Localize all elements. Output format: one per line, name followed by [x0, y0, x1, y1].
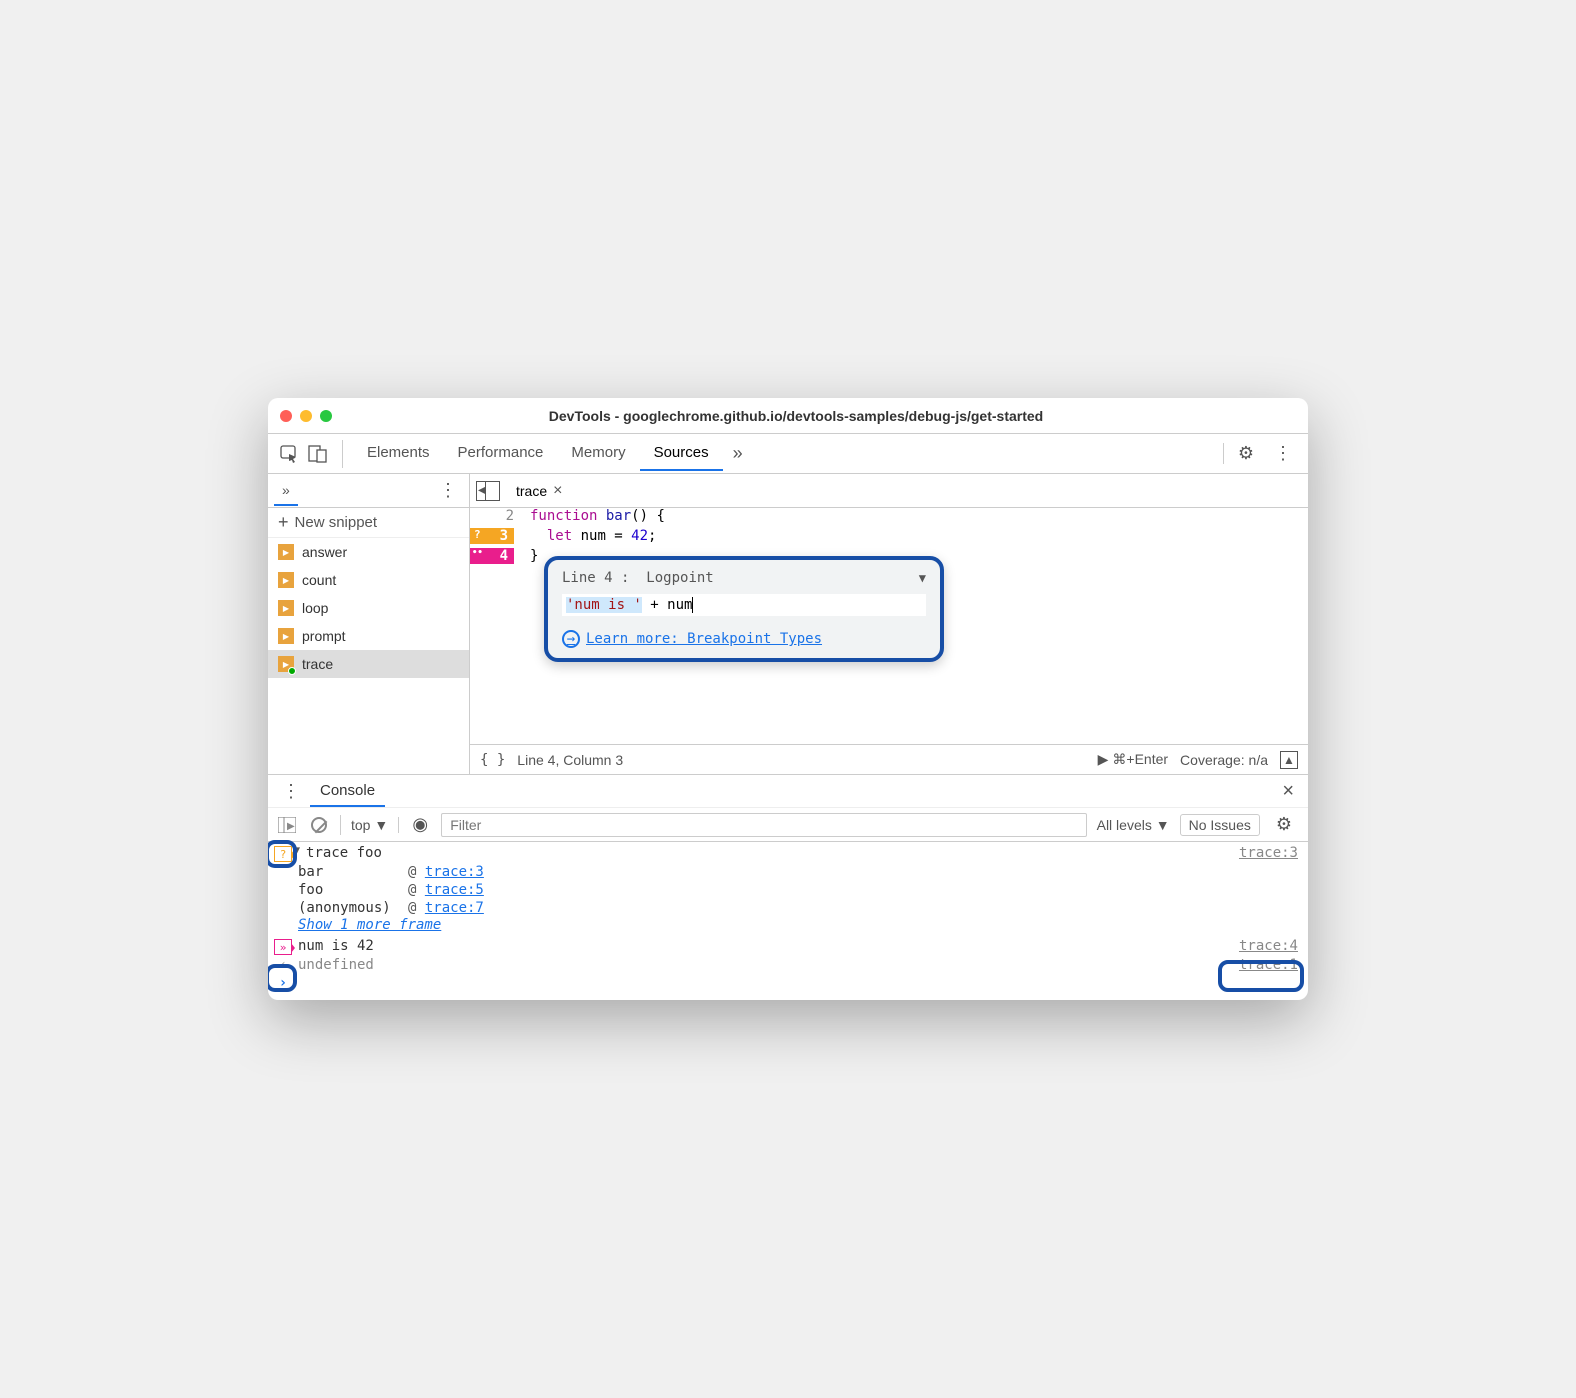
- sidebar-header: » ⋮: [268, 474, 469, 508]
- logpoint-input[interactable]: 'num is ' + num​: [562, 594, 926, 616]
- navigator-more-icon[interactable]: »: [274, 476, 298, 506]
- close-window[interactable]: [280, 410, 292, 422]
- tab-performance[interactable]: Performance: [444, 436, 558, 471]
- stack-trace: bar@ trace:3 foo@ trace:5 (anonymous)@ t…: [268, 863, 1308, 917]
- logpoint-icon[interactable]: 4: [470, 548, 514, 564]
- console-message: num is 42: [294, 938, 1229, 954]
- console-body: ? ▼ trace foo trace:3 bar@ trace:3 foo@ …: [268, 842, 1308, 1000]
- editor-pane: ◀ trace × 2 3 4 5 function bar() { let n…: [470, 474, 1308, 774]
- console-row: » num is 42 trace:4: [268, 937, 1308, 956]
- learn-more-link[interactable]: → Learn more: Breakpoint Types: [562, 630, 926, 648]
- code-line: }: [520, 548, 538, 568]
- navigator-sidebar: » ⋮ + New snippet answer count loop prom…: [268, 474, 470, 774]
- toggle-navigator-icon[interactable]: ◀: [474, 477, 502, 505]
- window-title: DevTools - googlechrome.github.io/devtoo…: [296, 408, 1296, 424]
- console-toolbar: ▶ top ▼ ◉ All levels ▼ No Issues ⚙: [268, 808, 1308, 842]
- return-chevron-icon: ‹: [272, 957, 294, 973]
- snippet-item-prompt[interactable]: prompt: [268, 622, 469, 650]
- menu-icon[interactable]: ⋮: [1266, 443, 1300, 464]
- live-expression-icon[interactable]: ◉: [409, 814, 431, 836]
- tab-elements[interactable]: Elements: [353, 436, 444, 471]
- console-message: trace foo: [302, 845, 1229, 861]
- new-snippet-button[interactable]: + New snippet: [268, 508, 469, 538]
- console-sidebar-toggle-icon[interactable]: ▶: [276, 814, 298, 836]
- run-shortcut: ⌘+Enter: [1112, 751, 1168, 768]
- cursor-position: Line 4, Column 3: [517, 752, 623, 768]
- editor-tab-label: trace: [516, 483, 547, 499]
- snippet-icon: [278, 628, 294, 644]
- unsaved-dot-icon: [288, 667, 296, 675]
- devtools-window: DevTools - googlechrome.github.io/devtoo…: [268, 398, 1308, 1000]
- conditional-breakpoint-icon[interactable]: 3: [470, 528, 514, 544]
- snippet-icon: [278, 572, 294, 588]
- plus-icon: +: [278, 512, 289, 533]
- editor-tab-trace[interactable]: trace ×: [510, 482, 568, 500]
- logpoint-badge-icon: »: [274, 939, 292, 955]
- linenum[interactable]: 2: [470, 508, 520, 528]
- coverage-label: Coverage: n/a: [1180, 752, 1268, 768]
- source-link[interactable]: trace:3: [1229, 845, 1298, 861]
- code-editor[interactable]: 2 3 4 5 function bar() { let num = 42; }…: [470, 508, 1308, 744]
- stack-link[interactable]: trace:7: [425, 900, 484, 916]
- console-row: ‹ undefined trace:1: [268, 956, 1308, 974]
- snippet-item-answer[interactable]: answer: [268, 538, 469, 566]
- drawer-menu-icon[interactable]: ⋮: [272, 781, 310, 802]
- console-prompt-row[interactable]: ›: [268, 974, 1308, 992]
- trace-badge-icon: ?: [274, 846, 292, 862]
- code-line: function bar() {: [520, 508, 665, 528]
- snippet-item-loop[interactable]: loop: [268, 594, 469, 622]
- drawer-header: ⋮ Console ×: [268, 774, 1308, 808]
- pretty-print-icon[interactable]: { }: [480, 752, 505, 768]
- run-icon[interactable]: ▶: [1098, 751, 1109, 768]
- editor-tabbar: ◀ trace ×: [470, 474, 1308, 508]
- stack-link[interactable]: trace:5: [425, 882, 484, 898]
- navigator-menu-icon[interactable]: ⋮: [433, 480, 463, 501]
- svg-text:▶: ▶: [287, 821, 295, 832]
- issues-button[interactable]: No Issues: [1180, 814, 1260, 836]
- disclosure-icon[interactable]: ▼: [294, 845, 302, 856]
- gutter: 2 3 4 5: [470, 508, 520, 744]
- drawer-tab-console[interactable]: Console: [310, 776, 385, 807]
- log-levels-selector[interactable]: All levels ▼: [1097, 817, 1170, 833]
- linenum[interactable]: 4: [470, 548, 520, 568]
- editor-statusbar: { } Line 4, Column 3 ▶ ⌘+Enter Coverage:…: [470, 744, 1308, 774]
- popup-type-select[interactable]: Logpoint: [646, 570, 713, 586]
- snippet-icon: [278, 600, 294, 616]
- new-snippet-label: New snippet: [295, 514, 378, 531]
- tab-sources[interactable]: Sources: [640, 436, 723, 471]
- inspect-icon[interactable]: [276, 440, 304, 468]
- close-drawer-icon[interactable]: ×: [1272, 780, 1304, 803]
- titlebar: DevTools - googlechrome.github.io/devtoo…: [268, 398, 1308, 434]
- settings-icon[interactable]: ⚙: [1223, 443, 1262, 464]
- close-tab-icon[interactable]: ×: [553, 482, 562, 500]
- snippet-icon: [278, 544, 294, 560]
- linenum[interactable]: 3: [470, 528, 520, 548]
- more-tabs-icon[interactable]: »: [723, 443, 753, 464]
- arrow-circle-icon: →: [562, 630, 580, 648]
- console-row: ? ▼ trace foo trace:3: [268, 844, 1308, 863]
- popup-line-label: Line 4 :: [562, 570, 629, 586]
- tab-memory[interactable]: Memory: [557, 436, 639, 471]
- snippet-item-count[interactable]: count: [268, 566, 469, 594]
- console-settings-icon[interactable]: ⚙: [1270, 814, 1300, 835]
- chevron-down-icon[interactable]: ▼: [919, 571, 926, 585]
- prompt-chevron-icon: ›: [272, 975, 294, 991]
- show-more-frames-link[interactable]: Show 1 more frame: [268, 917, 1308, 933]
- device-toggle-icon[interactable]: [304, 440, 332, 468]
- sourcemap-icon[interactable]: ▲: [1280, 751, 1298, 769]
- code-line: let num = 42;: [520, 528, 656, 548]
- clear-console-icon[interactable]: [308, 814, 330, 836]
- filter-input[interactable]: [441, 813, 1086, 837]
- console-return: undefined: [294, 957, 1229, 973]
- main-tabbar: Elements Performance Memory Sources » ⚙ …: [268, 434, 1308, 474]
- source-link[interactable]: trace:4: [1229, 938, 1298, 954]
- breakpoint-popup: Line 4 : Logpoint ▼ 'num is ' + num​ → L…: [544, 556, 944, 662]
- stack-link[interactable]: trace:3: [425, 864, 484, 880]
- snippet-item-trace[interactable]: trace: [268, 650, 469, 678]
- context-selector[interactable]: top ▼: [351, 817, 399, 833]
- source-link[interactable]: trace:1: [1229, 957, 1298, 973]
